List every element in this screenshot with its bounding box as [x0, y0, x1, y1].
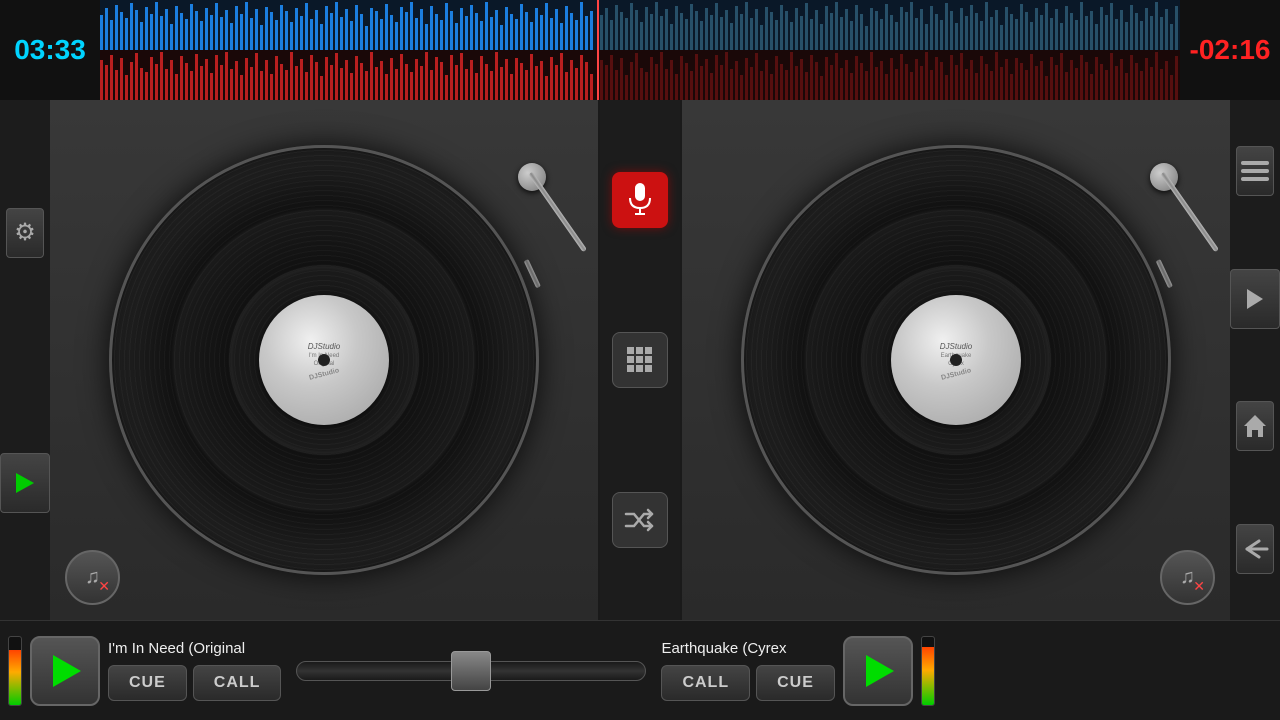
left-cue-button[interactable]: CUE	[108, 665, 187, 701]
right-cue-button[interactable]: CUE	[756, 665, 835, 701]
waveform-container[interactable]	[100, 0, 1180, 100]
right-record-center	[950, 354, 962, 366]
time-remaining: -02:16	[1180, 34, 1280, 66]
left-sidebar: ⚙	[0, 100, 50, 620]
crossfader-knob[interactable]	[451, 651, 491, 691]
home-icon	[1242, 413, 1268, 439]
left-track-info: I'm In Need (Original CUE CALL	[108, 640, 281, 701]
right-music-remove-button[interactable]: ♫ ✕	[1160, 550, 1215, 605]
grid-icon	[625, 345, 655, 375]
waveform-top	[100, 0, 1180, 50]
center-controls	[600, 100, 680, 620]
waveform-bottom	[100, 50, 1180, 100]
right-call-button[interactable]: CALL	[661, 665, 750, 701]
remove-icon-right: ✕	[1193, 578, 1205, 595]
shuffle-icon	[624, 506, 656, 534]
menu-icon	[1241, 161, 1269, 181]
right-volume-indicator	[921, 636, 935, 706]
home-button[interactable]	[1236, 401, 1274, 451]
play-icon	[16, 473, 34, 493]
right-turntable[interactable]: DJStudio EarthquakeCyrex DJStudio	[741, 145, 1171, 575]
record-center	[318, 354, 330, 366]
back-icon	[1241, 539, 1269, 559]
waveform-bar: 03:33	[0, 0, 1280, 100]
microphone-icon	[626, 182, 654, 218]
play-icon-right	[1245, 288, 1265, 310]
crossfader-track[interactable]	[296, 661, 646, 681]
decks-container: DJStudio I'm In NeedOriginal DJStudio ♫ …	[50, 100, 1230, 620]
back-button[interactable]	[1236, 524, 1274, 574]
left-music-remove-button[interactable]: ♫ ✕	[65, 550, 120, 605]
left-volume-indicator	[8, 636, 22, 706]
left-call-button[interactable]: CALL	[193, 665, 282, 701]
time-elapsed: 03:33	[0, 34, 100, 66]
shuffle-button[interactable]	[612, 492, 668, 548]
right-sidebar	[1230, 100, 1280, 620]
bottom-bar: I'm In Need (Original CUE CALL Earthquak…	[0, 620, 1280, 720]
menu-button[interactable]	[1236, 146, 1274, 196]
deck-area: ⚙ DJStudio I'm In NeedOriginal DJStudio	[0, 100, 1280, 620]
crossfader-section	[281, 661, 661, 681]
left-play-btn[interactable]	[30, 636, 100, 706]
left-record-label: DJStudio I'm In NeedOriginal DJStudio	[259, 295, 389, 425]
right-play-btn[interactable]	[843, 636, 913, 706]
left-turntable[interactable]: DJStudio I'm In NeedOriginal DJStudio	[109, 145, 539, 575]
left-volume-fill	[9, 650, 21, 704]
gear-icon: ⚙	[14, 218, 36, 247]
mic-button[interactable]	[612, 172, 668, 228]
left-track-buttons: CUE CALL	[108, 665, 281, 701]
left-deck: DJStudio I'm In NeedOriginal DJStudio ♫ …	[50, 100, 600, 620]
right-play-button[interactable]	[1230, 269, 1280, 329]
settings-button[interactable]: ⚙	[6, 208, 44, 258]
right-volume-fill	[922, 647, 934, 705]
left-track-name: I'm In Need (Original	[108, 640, 281, 657]
right-track-buttons: CALL CUE	[661, 665, 834, 701]
grid-button[interactable]	[612, 332, 668, 388]
remove-icon: ✕	[98, 578, 110, 595]
left-play-button[interactable]	[0, 453, 50, 513]
left-play-triangle-icon	[53, 655, 81, 687]
right-play-triangle-icon	[866, 655, 894, 687]
right-deck: DJStudio EarthquakeCyrex DJStudio ♫ ✕	[680, 100, 1230, 620]
right-track-info: Earthquake (Cyrex CALL CUE	[661, 640, 834, 701]
right-record-label: DJStudio EarthquakeCyrex DJStudio	[891, 295, 1021, 425]
right-track-name: Earthquake (Cyrex	[661, 640, 834, 657]
